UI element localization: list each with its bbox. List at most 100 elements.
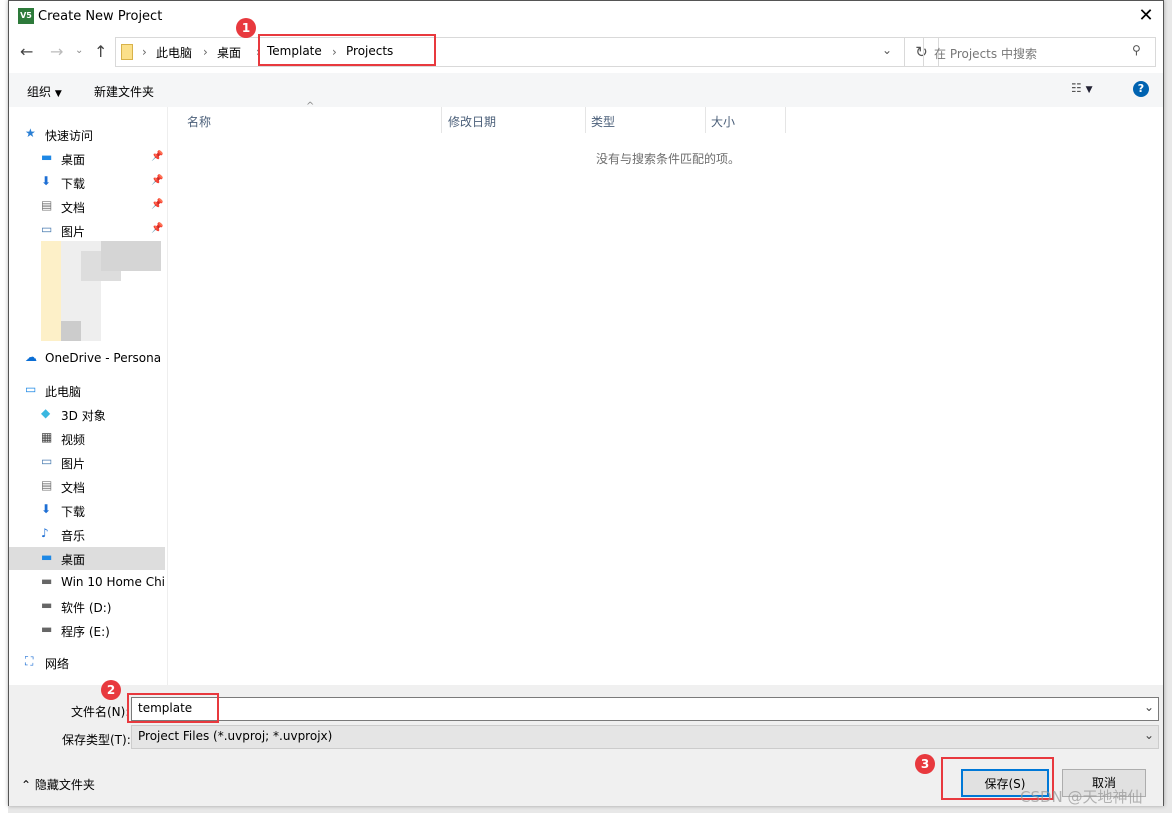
sidebar-item[interactable]: ♪ 音乐	[9, 523, 165, 546]
sidebar-item-label: 音乐	[61, 529, 86, 543]
filetype-label: 保存类型(T):	[62, 733, 131, 747]
forward-arrow-icon[interactable]: →	[50, 42, 63, 61]
up-arrow-icon[interactable]: ↑	[94, 42, 107, 61]
download-icon: ⬇	[41, 174, 52, 188]
sidebar-item[interactable]: ▤ 文档 📌	[9, 195, 165, 218]
computer-icon: ▭	[25, 382, 37, 396]
desktop-icon: ▬	[41, 150, 53, 164]
new-folder-button[interactable]: 新建文件夹	[94, 83, 154, 100]
breadcrumb-desktop[interactable]: 桌面	[217, 44, 241, 61]
document-icon: ▤	[41, 478, 53, 492]
sidebar-item-label: 文档	[61, 201, 86, 215]
annotation-badge-3: 3	[915, 754, 935, 774]
sidebar-item-label: 下载	[61, 177, 86, 191]
sidebar-item[interactable]: ▤ 文档	[9, 475, 165, 498]
annotation-badge-1: 1	[236, 18, 256, 38]
view-options-icon[interactable]: ☷ ▼	[1071, 81, 1093, 95]
sidebar-item-label: 3D 对象	[61, 409, 106, 423]
sidebar-item-label: 图片	[61, 457, 86, 471]
sidebar-item-label: 网络	[45, 657, 70, 671]
pin-icon[interactable]: 📌	[151, 223, 163, 234]
sidebar-item[interactable]: ▬ 软件 (D:)	[9, 595, 165, 618]
sidebar-item-label: Win 10 Home Chi	[61, 575, 166, 589]
organize-button[interactable]: 组织 ▼	[27, 83, 62, 100]
watermark: CSDN @天地神仙	[1020, 788, 1143, 806]
back-arrow-icon[interactable]: ←	[20, 42, 33, 61]
drive-icon: ▬	[41, 598, 53, 612]
sidebar-item[interactable]: ⬇ 下载	[9, 499, 165, 522]
sidebar-item-label: 快速访问	[45, 129, 94, 143]
sidebar-item[interactable]: ▭ 图片	[9, 451, 165, 474]
sidebar-item[interactable]: ▭ 此电脑	[9, 379, 165, 402]
star-icon: ★	[25, 126, 36, 140]
sidebar-item[interactable]: ☁ OneDrive - Persona	[9, 347, 165, 370]
column-size[interactable]: 大小	[711, 113, 735, 130]
title-bar: V5 Create New Project ✕	[9, 1, 1163, 33]
download-icon: ⬇	[41, 502, 52, 516]
sidebar-item[interactable]: ▭ 图片 📌	[9, 219, 165, 242]
sidebar-item[interactable]: ⬇ 下载 📌	[9, 171, 165, 194]
desktop-icon: ▬	[41, 550, 53, 564]
video-icon: ▦	[41, 430, 53, 444]
column-type[interactable]: 类型	[591, 113, 615, 130]
folder-icon	[121, 44, 133, 60]
keil-uvision-icon: V5	[18, 8, 34, 24]
sidebar-item[interactable]: ★ 快速访问	[9, 123, 165, 146]
sidebar-item[interactable]: ▬ 桌面 📌	[9, 147, 165, 170]
annotation-box-address	[258, 34, 436, 66]
sidebar-item-label: 桌面	[61, 553, 86, 567]
save-dialog: V5 Create New Project ✕ ← → ⌄ ↑ › 此电脑 › …	[8, 0, 1164, 806]
help-icon[interactable]: ?	[1133, 81, 1149, 97]
drive-icon: ▬	[41, 622, 53, 636]
column-name[interactable]: 名称	[187, 113, 211, 130]
cube-icon: ◆	[41, 406, 51, 420]
search-input[interactable]: 在 Projects 中搜索 ⚲	[923, 37, 1156, 67]
pin-icon[interactable]: 📌	[151, 151, 163, 162]
sidebar-item[interactable]: ▬ Win 10 Home Chi	[9, 571, 165, 594]
empty-message: 没有与搜索条件匹配的项。	[596, 152, 741, 166]
network-icon: ⛶	[25, 654, 34, 668]
cloud-icon: ☁	[25, 350, 37, 364]
sidebar-item[interactable]: ▦ 视频	[9, 427, 165, 450]
sidebar-item[interactable]: ◆ 3D 对象	[9, 403, 165, 426]
background-editor	[0, 0, 8, 813]
pin-icon[interactable]: 📌	[151, 199, 163, 210]
sidebar-item-label: 图片	[61, 225, 86, 239]
hide-folders-toggle[interactable]: ⌃ 隐藏文件夹	[21, 776, 95, 793]
chevron-up-icon: ⌃	[21, 778, 32, 792]
sidebar-item-label: 下载	[61, 505, 86, 519]
toolbar: 组织 ▼ 新建文件夹 ☷ ▼ ?	[9, 73, 1163, 107]
annotation-badge-2: 2	[101, 680, 121, 700]
drive-icon: ▬	[41, 574, 53, 588]
picture-icon: ▭	[41, 222, 53, 236]
music-icon: ♪	[41, 526, 49, 540]
sidebar-item-label: 桌面	[61, 153, 86, 167]
filename-input[interactable]: template ⌄	[131, 697, 1159, 721]
sidebar-item[interactable]: ⛶ 网络	[9, 651, 165, 674]
sidebar-item-label: OneDrive - Persona	[45, 351, 162, 365]
picture-icon: ▭	[41, 454, 53, 468]
blurred-region	[41, 241, 61, 341]
sidebar-item[interactable]: ▬ 程序 (E:)	[9, 619, 165, 642]
filetype-select[interactable]: Project Files (*.uvproj; *.uvprojx) ⌄	[131, 725, 1159, 749]
document-icon: ▤	[41, 198, 53, 212]
pin-icon[interactable]: 📌	[151, 175, 163, 186]
sidebar-item-label: 程序 (E:)	[61, 625, 110, 639]
blurred-region	[101, 241, 161, 271]
sidebar-item-label: 此电脑	[45, 385, 82, 399]
breadcrumb-this-pc[interactable]: 此电脑	[156, 44, 192, 61]
filename-label: 文件名(N):	[71, 705, 130, 719]
address-bar[interactable]: › 此电脑 › 桌面 › Template › Projects ⌄	[115, 37, 905, 67]
sort-indicator-icon: ^	[306, 101, 315, 112]
sidebar-item[interactable]: ▬ 桌面	[9, 547, 165, 570]
sidebar-item-label: 视频	[61, 433, 86, 447]
search-icon: ⚲	[1132, 43, 1141, 57]
column-modified[interactable]: 修改日期	[448, 113, 496, 130]
close-button[interactable]: ✕	[1133, 5, 1159, 29]
sidebar-item-label: 软件 (D:)	[61, 601, 112, 615]
window-title: Create New Project	[38, 9, 163, 24]
chevron-down-icon[interactable]: ⌄	[882, 43, 892, 57]
recent-dropdown-icon[interactable]: ⌄	[75, 45, 83, 56]
search-placeholder: 在 Projects 中搜索	[934, 47, 1037, 61]
file-list: ^ 名称 修改日期 类型 大小 没有与搜索条件匹配的项。	[167, 101, 1163, 685]
